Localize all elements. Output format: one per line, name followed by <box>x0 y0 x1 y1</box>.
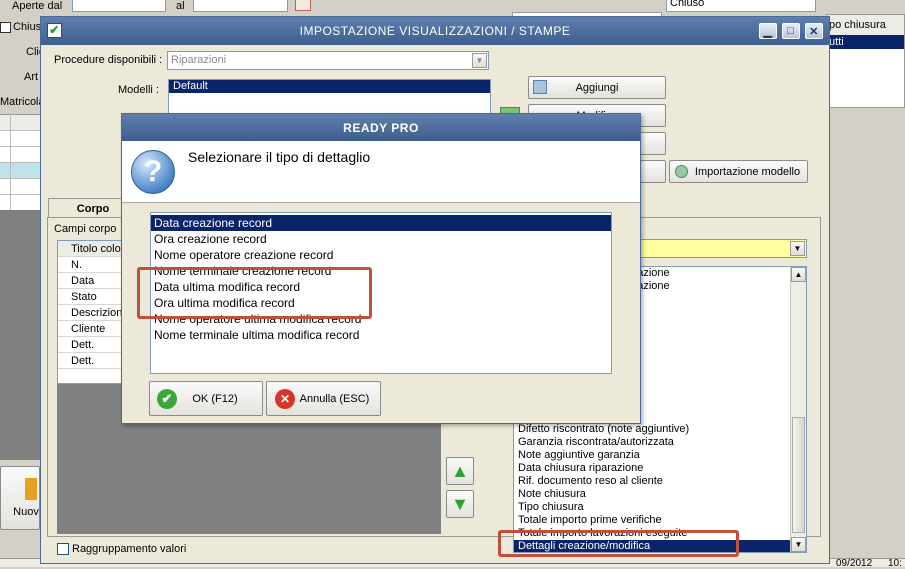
list-item[interactable]: Note chiusura <box>514 488 790 501</box>
nuovo-button[interactable]: Nuov <box>0 466 40 530</box>
raggruppamento-label: Raggruppamento valori <box>72 543 187 555</box>
minimize-button[interactable]: ▁ <box>759 23 777 39</box>
fields-list-scrollbar[interactable]: ▲ ▼ <box>790 267 806 552</box>
cancel-button[interactable]: ✕ Annulla (ESC) <box>266 381 381 416</box>
list-item[interactable]: Difetto riscontrato (note aggiuntive) <box>514 423 790 436</box>
procedure-value: Riparazioni <box>171 54 227 66</box>
modelli-item[interactable]: Default <box>169 80 490 93</box>
scroll-thumb[interactable] <box>792 417 805 533</box>
aperte-label: Aperte dal <box>12 0 63 12</box>
aggiungi-icon <box>533 80 547 94</box>
right-panel-row[interactable]: utti <box>827 35 904 49</box>
background-grid <box>0 114 40 210</box>
list-item[interactable]: Garanzia riscontrata/autorizzata <box>514 436 790 449</box>
procedure-label: Procedure disponibili : <box>54 54 163 66</box>
extra-button[interactable] <box>640 160 666 183</box>
question-icon: ? <box>131 150 175 194</box>
app-check-icon: ✔ <box>47 23 62 38</box>
option-item[interactable]: Nome operatore creazione record <box>151 247 611 263</box>
al-label: al <box>176 0 185 12</box>
raggruppamento-checkbox[interactable] <box>57 543 69 555</box>
dialog-header: ? Selezionare il tipo di dettaglio <box>122 141 640 203</box>
status-time: 10: <box>888 558 902 569</box>
dialog-titlebar: READY PRO <box>122 114 640 141</box>
option-item[interactable]: Data creazione record <box>151 215 611 231</box>
chiuse-label: Chius <box>13 21 42 33</box>
dialog-prompt: Selezionare il tipo di dettaglio <box>188 149 371 165</box>
highlight-ultima-modifica <box>137 267 372 319</box>
matricola-label: Matricola <box>0 96 45 108</box>
right-panel: po chiusura utti <box>826 14 905 108</box>
chevron-down-icon[interactable]: ▼ <box>790 241 805 256</box>
ok-button[interactable]: ✔ OK (F12) <box>149 381 263 416</box>
main-window-title: IMPOSTAZIONE VISUALIZZAZIONI / STAMPE <box>299 24 571 38</box>
status-date: 09/2012 <box>836 558 873 569</box>
chiuse-checkbox[interactable] <box>0 22 11 33</box>
scroll-down-icon[interactable]: ▼ <box>791 537 806 552</box>
main-window-titlebar: ✔ IMPOSTAZIONE VISUALIZZAZIONI / STAMPE … <box>41 17 829 45</box>
list-item[interactable]: Note aggiuntive garanzia <box>514 449 790 462</box>
aperte-field[interactable] <box>72 0 166 12</box>
option-item[interactable]: Ora creazione record <box>151 231 611 247</box>
list-item[interactable]: Rif. documento reso al cliente <box>514 475 790 488</box>
al-field[interactable] <box>193 0 288 12</box>
aggiungi-button[interactable]: Aggiungi <box>528 76 666 99</box>
modelli-label: Modelli : <box>118 84 159 96</box>
arrow-down-icon: ▼ <box>451 493 469 514</box>
arrow-up-icon: ▲ <box>451 460 469 481</box>
new-document-icon <box>25 478 37 500</box>
highlight-dettagli <box>498 530 739 557</box>
articolo-label: Art <box>24 71 39 83</box>
close-button[interactable]: ✕ <box>805 23 823 39</box>
stato-field[interactable]: Chiuso <box>666 0 816 12</box>
scroll-up-icon[interactable]: ▲ <box>791 267 806 282</box>
calendar-icon[interactable] <box>295 0 311 11</box>
check-icon: ✔ <box>157 389 177 409</box>
list-item[interactable]: Totale importo prime verifiche <box>514 514 790 527</box>
maximize-button[interactable]: □ <box>782 23 800 39</box>
importazione-button[interactable]: Importazione modello <box>669 160 808 183</box>
dialog-title: READY PRO <box>343 120 419 135</box>
import-icon <box>675 165 688 178</box>
chevron-down-icon[interactable]: ▼ <box>472 53 487 68</box>
procedure-select[interactable]: Riparazioni ▼ <box>167 51 489 70</box>
move-down-button[interactable]: ▼ <box>446 490 474 518</box>
option-item[interactable]: Nome terminale ultima modifica record <box>151 327 611 343</box>
list-item[interactable]: Data chiusura riparazione <box>514 462 790 475</box>
list-item[interactable]: Tipo chiusura <box>514 501 790 514</box>
campi-corpo-label: Campi corpo <box>54 223 117 235</box>
right-panel-header: po chiusura <box>827 15 904 35</box>
move-up-button[interactable]: ▲ <box>446 457 474 485</box>
dialog-window: READY PRO ? Selezionare il tipo di detta… <box>121 113 641 424</box>
stato-value: Chiuso <box>670 0 705 9</box>
x-icon: ✕ <box>275 389 295 409</box>
